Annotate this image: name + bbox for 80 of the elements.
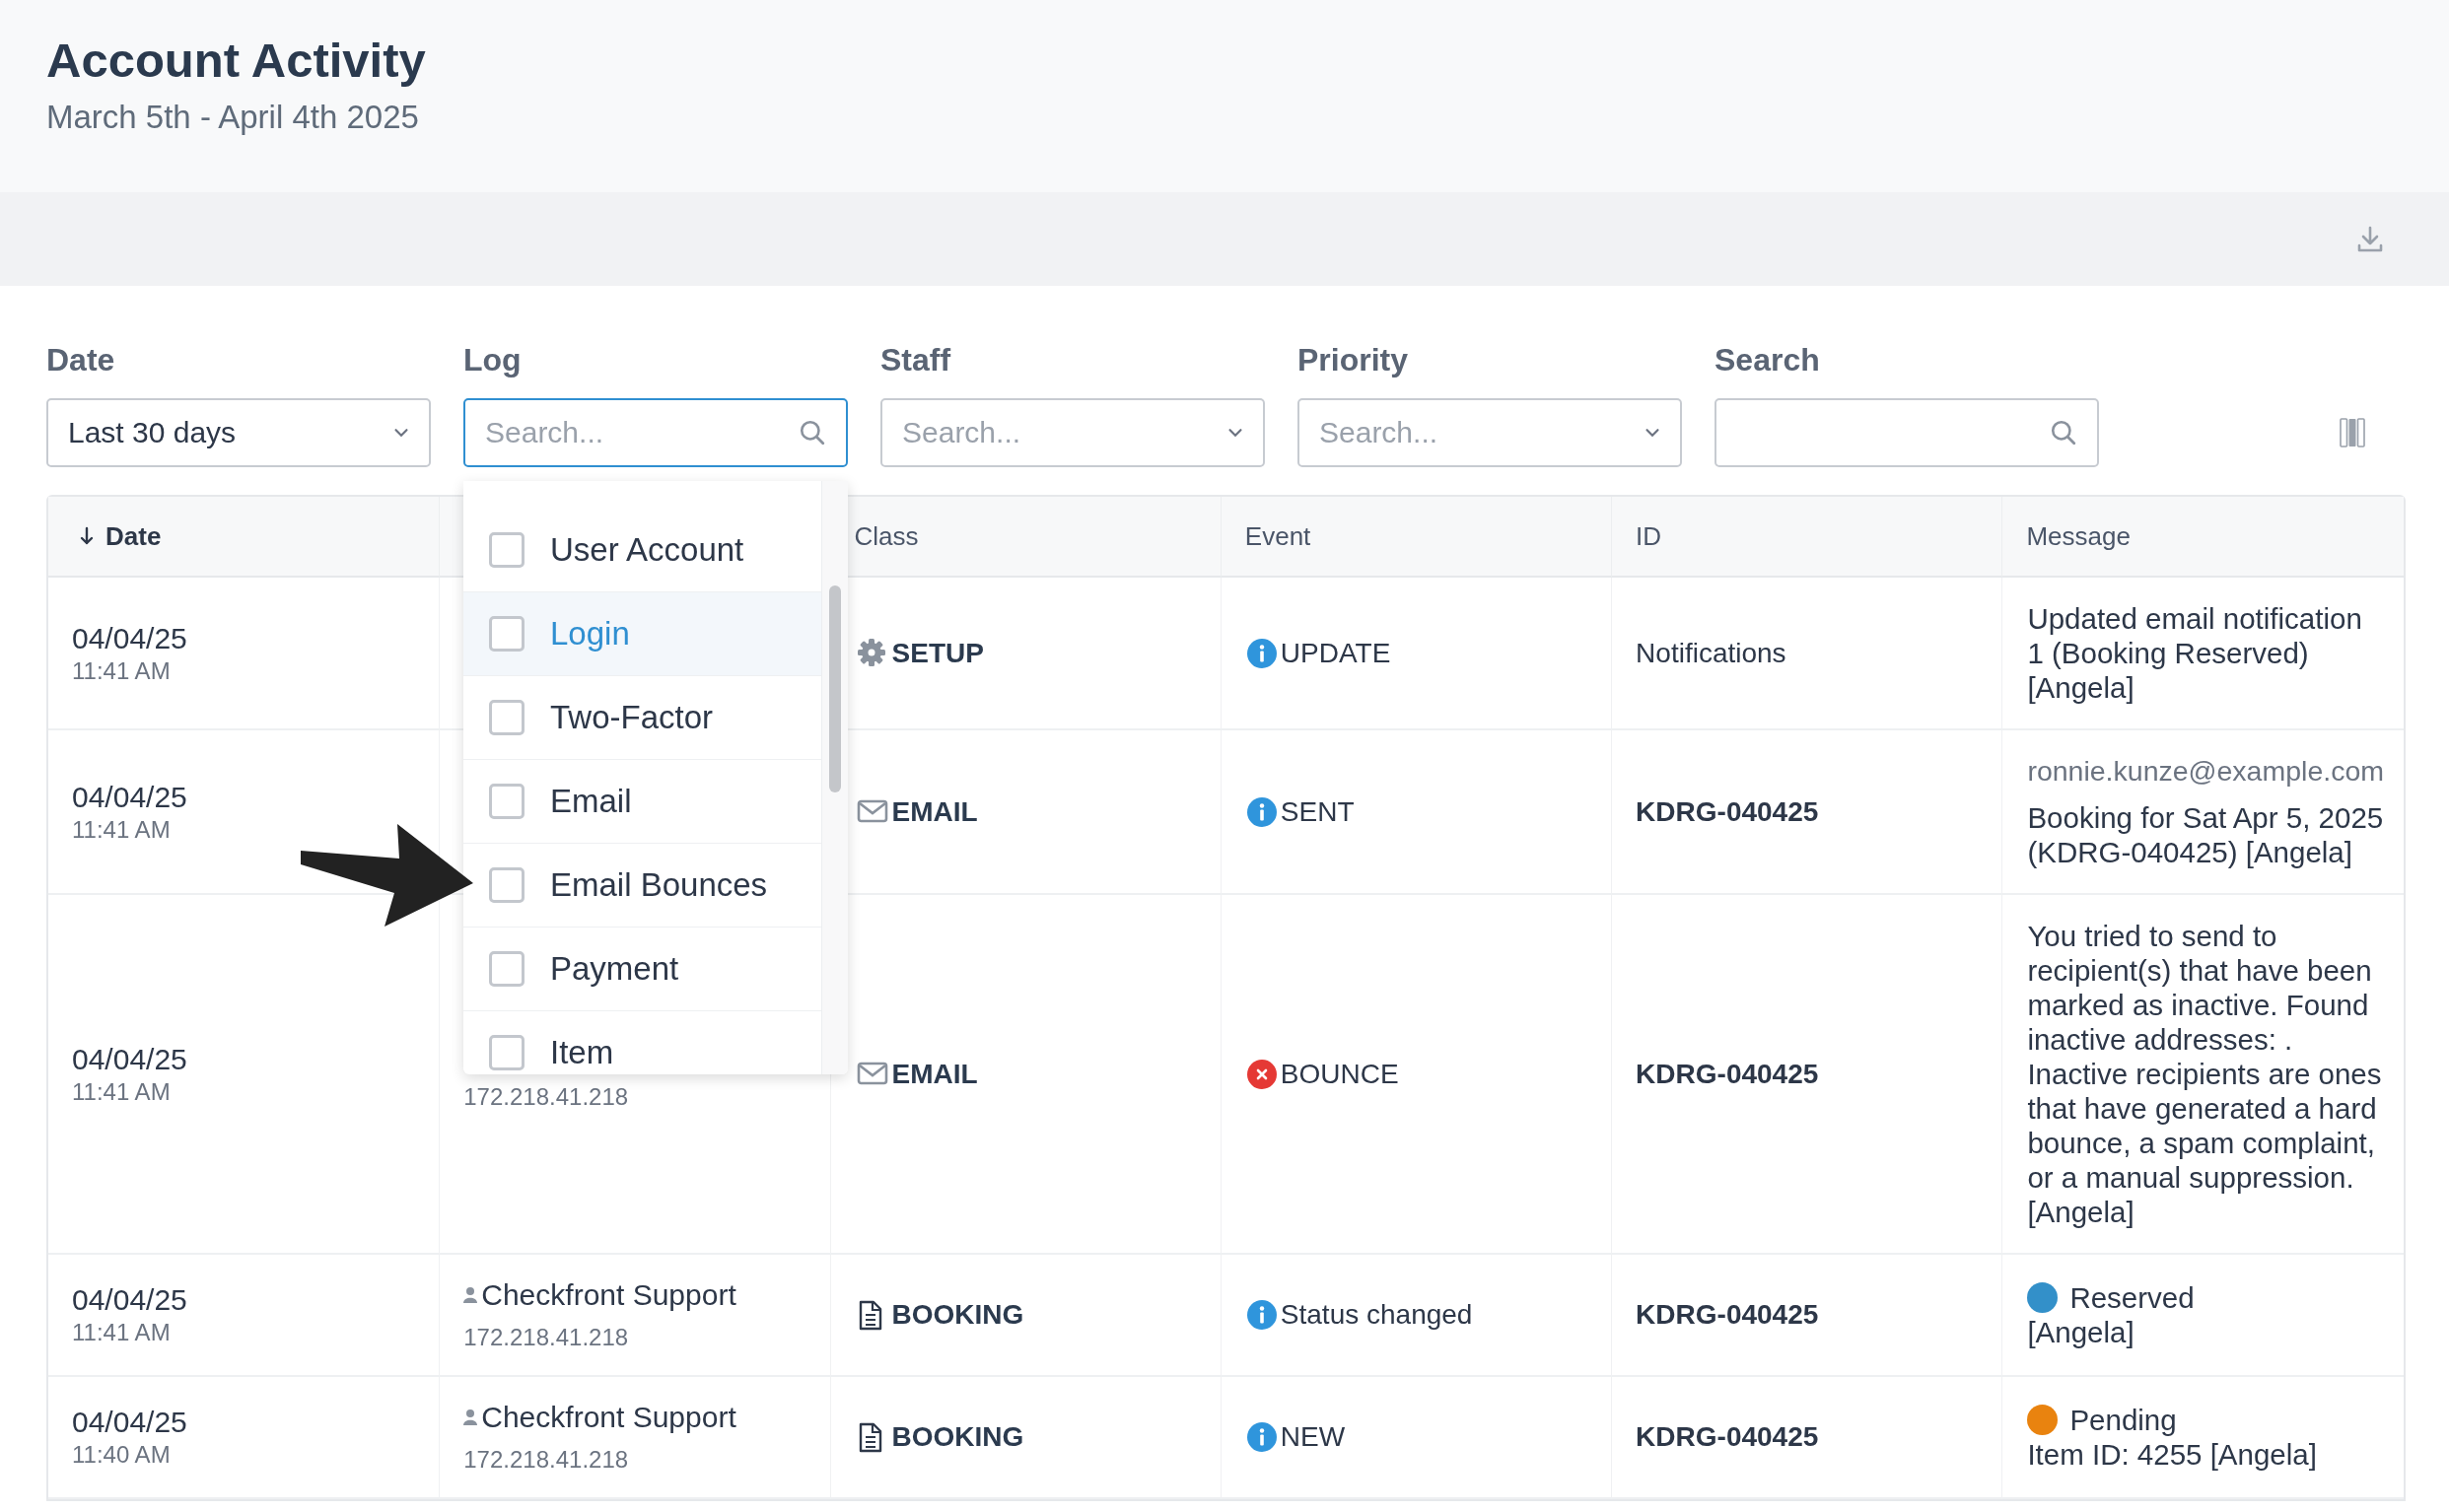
dropdown-option[interactable]: Payment [463, 928, 821, 1011]
column-header[interactable]: ID [1611, 497, 2002, 578]
event-label: BOUNCE [1280, 1058, 1399, 1090]
checkbox[interactable] [489, 1035, 525, 1070]
time-text: 11:41 AM [72, 1077, 172, 1106]
page-title: Account Activity [46, 33, 427, 89]
status-label: Reserved [2069, 1280, 2195, 1315]
checkbox[interactable] [489, 616, 525, 652]
scrollbar-thumb[interactable] [829, 585, 841, 792]
date-text: 04/04/25 [72, 621, 188, 655]
time-text: 11:40 AM [72, 1441, 172, 1469]
info-icon [1246, 638, 1277, 668]
filter-label: Log [463, 342, 523, 378]
record-id: KDRG-040425 [1636, 1058, 1820, 1090]
message-text: Item ID: 4255 [Angela] [2027, 1437, 2318, 1472]
filter-label: Date [46, 342, 116, 378]
class-label: SETUP [891, 637, 984, 669]
message-text: Booking for Sat Apr 5, 2025 (KDRG-040425) [Angela] [2027, 800, 2384, 869]
dropdown-field[interactable]: Last 30 days [46, 398, 431, 467]
user-name: Checkfront Support [481, 1401, 736, 1434]
dropdown-option[interactable]: Email Bounces [463, 844, 821, 928]
date-text: 04/04/25 [72, 1042, 188, 1076]
column-header[interactable]: Event [1220, 497, 1612, 578]
chevron-down-icon [1644, 427, 1660, 439]
chevron-down-icon [1227, 427, 1243, 439]
column-header[interactable]: Date [48, 497, 440, 578]
dropdown-option[interactable]: Item [463, 1011, 821, 1074]
sort-arrow-icon[interactable] [80, 526, 94, 546]
time-text: 11:41 AM [72, 1319, 172, 1346]
checkbox[interactable] [489, 867, 525, 903]
dropdown-option[interactable]: Email [463, 760, 821, 844]
search-icon [2050, 419, 2077, 447]
search-icon [799, 419, 826, 447]
record-id: KDRG-040425 [1636, 1299, 1820, 1331]
event-label: SENT [1280, 795, 1355, 828]
date-text: 04/04/25 [72, 780, 188, 814]
date-text: 04/04/25 [72, 1406, 188, 1439]
message-text: You tried to send to recipient(s) that have been marked as inactive. Found inactive addresses: . Inactive recipients are ones that have generated a hard bounce, a spam complaint, or a manual suppression. [Angela] [2027, 919, 2383, 1229]
record-id: Notifications [1636, 637, 1787, 669]
class-label: BOOKING [891, 1299, 1024, 1331]
class-label: EMAIL [891, 795, 978, 828]
message-text: [Angela] [2027, 1315, 2135, 1349]
event-label: NEW [1280, 1421, 1346, 1453]
columns-icon[interactable] [2340, 418, 2365, 447]
class-label: EMAIL [891, 1058, 978, 1090]
status-label: Pending [2069, 1403, 2177, 1437]
chevron-down-icon [393, 427, 409, 439]
event-label: Status changed [1280, 1299, 1473, 1331]
download-icon[interactable] [2355, 224, 2385, 254]
record-id: KDRG-040425 [1636, 795, 1820, 828]
time-text: 11:41 AM [72, 656, 172, 685]
error-icon [1246, 1059, 1277, 1089]
gear-icon [856, 638, 888, 668]
person-icon [463, 1409, 478, 1426]
ip-address: 172.218.41.218 [463, 1083, 630, 1111]
checkbox[interactable] [489, 532, 525, 568]
dropdown-option[interactable]: Two-Factor [463, 676, 821, 760]
email-address: ronnie.kunze@example.com [2027, 754, 2384, 789]
info-icon [1246, 1300, 1277, 1330]
info-icon [1246, 796, 1277, 827]
class-label: BOOKING [891, 1421, 1024, 1453]
event-label: UPDATE [1280, 637, 1391, 669]
ip-address: 172.218.41.218 [463, 1446, 630, 1474]
time-text: 11:41 AM [72, 815, 172, 844]
filter-label: Staff [880, 342, 952, 378]
info-icon [1246, 1422, 1277, 1452]
column-header[interactable]: Message [2001, 497, 2404, 578]
person-icon [463, 1286, 478, 1304]
search-field[interactable] [1714, 398, 2099, 467]
checkbox[interactable] [489, 784, 525, 819]
checkbox[interactable] [489, 700, 525, 735]
record-id: KDRG-040425 [1636, 1421, 1820, 1453]
date-range: March 5th - April 4th 2025 [46, 99, 420, 136]
ip-address: 172.218.41.218 [463, 1324, 630, 1351]
filter-label: Priority [1297, 342, 1410, 378]
user-name: Checkfront Support [481, 1278, 736, 1312]
date-text: 04/04/25 [72, 1283, 188, 1317]
message-text: Updated email notification 1 (Booking Reserved) [Angela] [2027, 601, 2363, 705]
checkbox[interactable] [489, 951, 525, 987]
filter-label: Search [1714, 342, 1821, 378]
